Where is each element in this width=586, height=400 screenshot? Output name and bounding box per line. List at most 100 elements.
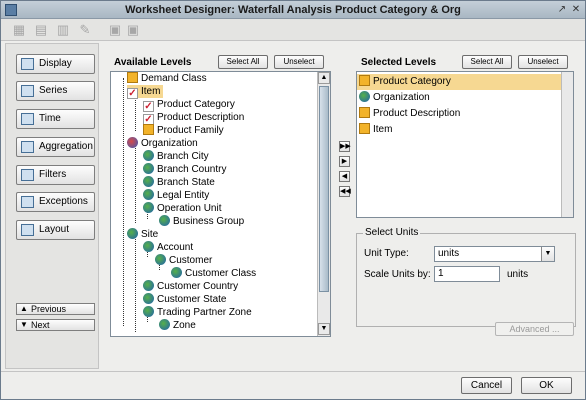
tree-item[interactable]: Account	[143, 241, 193, 254]
unit-type-select[interactable]: units ▼	[434, 246, 555, 262]
tree-item[interactable]: ✓ Product Description	[143, 111, 244, 125]
tree-item[interactable]: Organization	[127, 137, 198, 150]
tree-connector	[123, 78, 124, 326]
tree-item[interactable]: ✓ Product Category	[143, 98, 235, 112]
move-left-icon[interactable]: ◀	[339, 171, 350, 182]
advanced-button[interactable]: Advanced ...	[495, 322, 574, 336]
selected-list-item[interactable]: Item	[357, 122, 562, 138]
selected-list-item[interactable]: Organization	[357, 90, 562, 106]
scroll-thumb[interactable]	[319, 86, 329, 292]
tree-connector	[135, 232, 136, 332]
selected-list-item[interactable]: Product Description	[357, 106, 562, 122]
left-navigation: Display Series Time Aggregation Filters …	[5, 43, 99, 369]
nav-display-button[interactable]: Display	[16, 54, 95, 74]
worksheet-designer-window: Worksheet Designer: Waterfall Analysis P…	[0, 0, 586, 400]
tree-item[interactable]: Customer Country	[143, 280, 238, 293]
next-button[interactable]: ▼ Next	[16, 319, 95, 331]
nav-label: Series	[39, 85, 68, 96]
export-icon[interactable]: ▣	[107, 22, 123, 38]
unit-type-value: units	[438, 248, 460, 259]
tree-item[interactable]: Customer	[155, 254, 212, 267]
nav-label: Aggregation	[39, 141, 93, 152]
cube-icon	[359, 123, 370, 134]
tree-item[interactable]: Business Group	[159, 215, 244, 228]
nav-time-button[interactable]: Time	[16, 109, 95, 129]
move-right-icon[interactable]: ▶	[339, 156, 350, 167]
time-icon	[21, 113, 34, 125]
selected-levels-title: Selected Levels	[361, 57, 437, 68]
scroll-up-icon[interactable]: ▲	[318, 72, 330, 84]
selected-item-label: Product Category	[373, 76, 451, 87]
globe-icon	[155, 254, 166, 265]
tree-item-label: Branch State	[157, 177, 215, 188]
window-title: Worksheet Designer: Waterfall Analysis P…	[125, 4, 461, 16]
tree-vertical-scrollbar[interactable]: ▲ ▼	[317, 72, 330, 336]
move-all-left-icon[interactable]: ◀◀	[339, 186, 351, 197]
globe-icon	[143, 280, 154, 291]
tree-item-label: Zone	[173, 320, 196, 331]
tree-item[interactable]: Site	[127, 228, 158, 241]
tree-item[interactable]: Product Family	[143, 124, 224, 137]
copy-icon[interactable]: ▤	[33, 22, 49, 38]
tree-item[interactable]: Demand Class	[127, 72, 207, 85]
paste-icon[interactable]: ▥	[55, 22, 71, 38]
tree-item[interactable]: Trading Partner Zone	[143, 306, 252, 319]
arrow-up-icon: ▲	[20, 304, 28, 313]
selected-select-all-button[interactable]: Select All	[462, 55, 512, 69]
previous-label: Previous	[31, 304, 67, 314]
nav-filters-button[interactable]: Filters	[16, 165, 95, 185]
tree-connector	[135, 143, 136, 223]
cube-icon	[143, 124, 154, 135]
nav-exceptions-button[interactable]: Exceptions	[16, 192, 95, 212]
nav-aggregation-button[interactable]: Aggregation	[16, 137, 95, 157]
scale-units-suffix: units	[507, 269, 529, 280]
help-icon[interactable]: ↗	[556, 4, 568, 16]
tree-item[interactable]: Branch City	[143, 150, 209, 163]
previous-button[interactable]: ▲ Previous	[16, 303, 95, 315]
tree-item[interactable]: Zone	[159, 319, 196, 332]
tree-item-label: Demand Class	[141, 73, 207, 84]
close-icon[interactable]: ✕	[570, 4, 582, 16]
tree-item[interactable]: Customer State	[143, 293, 226, 306]
available-levels-tree[interactable]: Demand Class ✓ Item ✓ Product Category ✓ Pr…	[110, 71, 331, 337]
tree-item[interactable]: ✓ Item	[127, 85, 164, 99]
nav-label: Display	[39, 58, 72, 69]
import-icon[interactable]: ▣	[125, 22, 141, 38]
tree-item-label: Item	[141, 86, 161, 97]
title-bar: Worksheet Designer: Waterfall Analysis P…	[1, 1, 585, 19]
nav-label: Exceptions	[39, 196, 88, 207]
select-units-group: Select Units Unit Type: units ▼ Scale Uni…	[356, 227, 576, 327]
cube-icon	[359, 75, 370, 86]
scale-units-input[interactable]: 1	[434, 266, 500, 282]
edit-icon[interactable]: ✎	[77, 22, 93, 38]
tree-item[interactable]: Branch Country	[143, 163, 226, 176]
scale-units-label: Scale Units by:	[364, 269, 431, 280]
ok-button[interactable]: OK	[521, 377, 572, 394]
tree-item-label: Operation Unit	[157, 203, 222, 214]
selected-scrollbar[interactable]	[561, 72, 573, 217]
move-all-right-icon[interactable]: ▶▶	[339, 141, 351, 152]
scroll-down-icon[interactable]: ▼	[318, 323, 330, 335]
new-icon[interactable]: ▦	[11, 22, 27, 38]
selected-item-label: Organization	[373, 92, 430, 103]
selected-list-item[interactable]: Product Category	[357, 74, 562, 90]
available-unselect-button[interactable]: Unselect	[274, 55, 324, 69]
tree-item[interactable]: Operation Unit	[143, 202, 221, 215]
cancel-button[interactable]: Cancel	[461, 377, 512, 394]
org-globe-icon	[127, 137, 138, 148]
tree-item-label: Product Family	[157, 125, 224, 136]
tree-item-label: Product Category	[157, 99, 235, 110]
nav-layout-button[interactable]: Layout	[16, 220, 95, 240]
selected-unselect-button[interactable]: Unselect	[518, 55, 568, 69]
tree-item[interactable]: Branch State	[143, 176, 215, 189]
selected-item-label: Product Description	[373, 108, 461, 119]
globe-icon	[143, 150, 154, 161]
tree-item[interactable]: Customer Class	[171, 267, 256, 280]
available-select-all-button[interactable]: Select All	[218, 55, 268, 69]
globe-icon	[143, 202, 154, 213]
selected-levels-list[interactable]: Product Category Organization Product De…	[356, 71, 574, 218]
tree-item[interactable]: Legal Entity	[143, 189, 209, 202]
chevron-down-icon[interactable]: ▼	[541, 247, 554, 261]
exceptions-icon	[21, 196, 34, 208]
nav-series-button[interactable]: Series	[16, 81, 95, 101]
